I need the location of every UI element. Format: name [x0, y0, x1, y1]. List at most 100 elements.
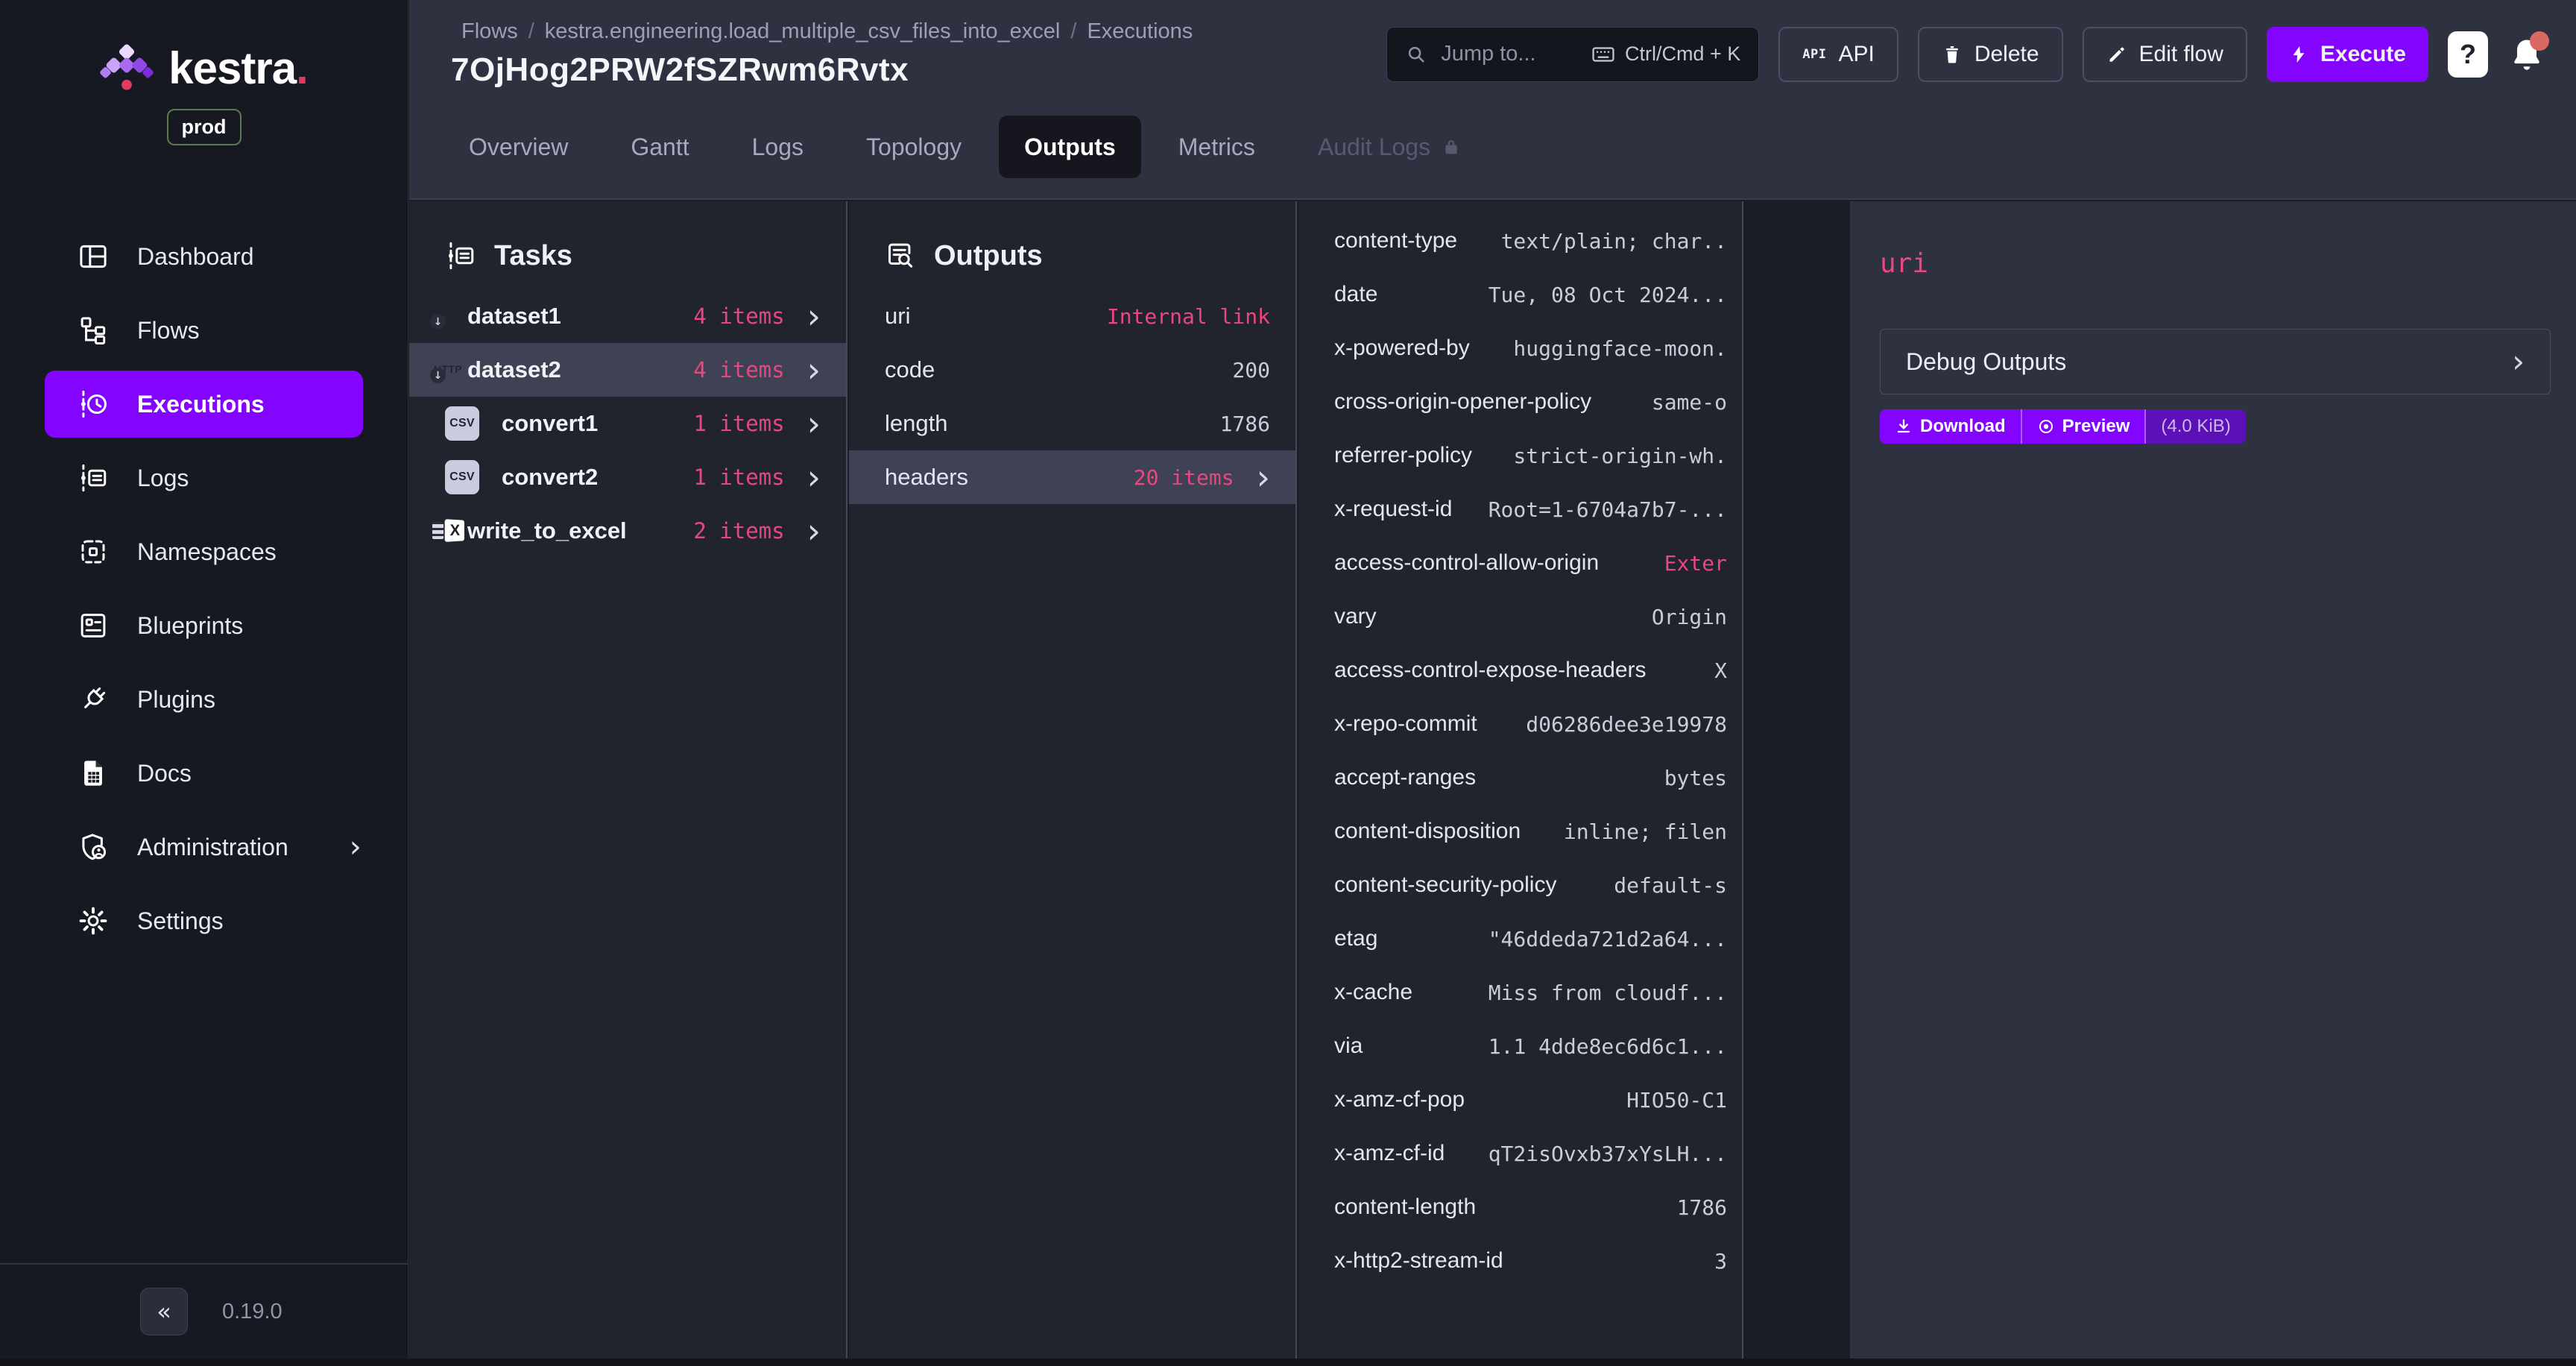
download-icon — [1895, 418, 1913, 435]
header-row-access-control-allow-origin[interactable]: access-control-allow-origin Exter — [1298, 536, 1742, 590]
header-row-content-type[interactable]: content-type text/plain; char.. — [1298, 214, 1742, 268]
task-row-write_to_excel[interactable]: X write_to_excel 2 items › — [409, 504, 846, 558]
breadcrumb-link[interactable]: Executions — [1087, 19, 1193, 44]
header-row-accept-ranges[interactable]: accept-ranges bytes — [1298, 751, 1742, 805]
keyboard-shortcut: Ctrl/Cmd + K — [1591, 42, 1740, 67]
tab-metrics[interactable]: Metrics — [1153, 116, 1281, 178]
header-row-etag[interactable]: etag "46ddeda721d2a64... — [1298, 912, 1742, 966]
content-area: Tasks HTTP↓ dataset1 4 items › — [409, 201, 2576, 1366]
header-row-x-amz-cf-pop[interactable]: x-amz-cf-pop HIO50-C1 — [1298, 1073, 1742, 1127]
header-row-x-cache[interactable]: x-cache Miss from cloudf... — [1298, 966, 1742, 1019]
header-row-x-repo-commit[interactable]: x-repo-commit d06286dee3e19978 — [1298, 697, 1742, 751]
header-row-content-length[interactable]: content-length 1786 — [1298, 1180, 1742, 1234]
window-bottom-edge — [0, 1359, 2576, 1366]
header-row-x-amz-cf-id[interactable]: x-amz-cf-id qT2isOvxb37xYsLH... — [1298, 1127, 1742, 1180]
detail-panel: uri Debug Outputs › Download — [1850, 201, 2576, 1366]
tasks-list: HTTP↓ dataset1 4 items › HTTP↓ dataset2 … — [409, 289, 846, 558]
plugins-icon — [78, 684, 109, 715]
chevron-right-icon: › — [1257, 464, 1270, 491]
namespaces-icon — [78, 536, 109, 567]
task-row-convert1[interactable]: CSV convert1 1 items › — [409, 397, 846, 450]
sidebar-item-blueprints[interactable]: Blueprints — [45, 592, 363, 659]
api-icon: API — [1802, 47, 1826, 62]
csv-icon: CSV — [445, 460, 502, 494]
execute-button[interactable]: Execute — [2267, 27, 2428, 82]
tasks-panel-title: Tasks — [409, 201, 846, 273]
header-row-x-request-id[interactable]: x-request-id Root=1-6704a7b7-... — [1298, 482, 1742, 536]
pencil-icon — [2106, 44, 2127, 65]
search-icon — [1405, 43, 1427, 66]
tab-bar: Overview Gantt Logs Topology — [409, 95, 1487, 198]
header-row-vary[interactable]: vary Origin — [1298, 590, 1742, 643]
task-row-convert2[interactable]: CSV convert2 1 items › — [409, 450, 846, 504]
chevron-right-icon: › — [807, 356, 821, 384]
header-row-access-control-expose-headers[interactable]: access-control-expose-headers X — [1298, 643, 1742, 697]
download-button[interactable]: Download — [1880, 409, 2022, 444]
breadcrumb: Flows / kestra.engineering.load_multiple… — [451, 19, 1386, 44]
chevron-right-icon: › — [807, 303, 821, 330]
sidebar-item-settings[interactable]: Settings — [45, 887, 363, 954]
sidebar-item-flows[interactable]: Flows — [45, 297, 363, 364]
task-row-dataset2[interactable]: HTTP↓ dataset2 4 items › — [409, 343, 846, 397]
kestra-logo[interactable]: kestra. — [0, 0, 408, 95]
preview-icon — [2037, 418, 2055, 435]
text-box-search-icon — [885, 240, 916, 271]
header-row-cross-origin-opener-policy[interactable]: cross-origin-opener-policy same-o — [1298, 375, 1742, 429]
chevron-right-icon: › — [807, 410, 821, 438]
output-row-code[interactable]: code 200 — [849, 343, 1295, 397]
header-row-referrer-policy[interactable]: referrer-policy strict-origin-wh. — [1298, 429, 1742, 482]
output-row-headers[interactable]: headers 20 items › — [849, 450, 1295, 504]
excel-icon: X — [445, 517, 467, 544]
output-row-length[interactable]: length 1786 — [849, 397, 1295, 450]
app-version: 0.19.0 — [222, 1300, 282, 1324]
header-row-content-disposition[interactable]: content-disposition inline; filen — [1298, 805, 1742, 858]
tasks-panel: Tasks HTTP↓ dataset1 4 items › — [409, 201, 847, 1366]
header-row-content-security-policy[interactable]: content-security-policy default-s — [1298, 858, 1742, 912]
breadcrumb-link[interactable]: kestra.engineering.load_multiple_csv_fil… — [545, 19, 1061, 44]
chevron-right-icon: › — [2512, 349, 2525, 374]
header-row-via[interactable]: via 1.1 4dde8ec6d6c1... — [1298, 1019, 1742, 1073]
tab-audit-logs[interactable]: Audit Logs — [1292, 116, 1487, 178]
collapse-sidebar-button[interactable]: « — [140, 1288, 188, 1335]
notifications-button[interactable] — [2507, 33, 2546, 76]
sidebar-item-docs[interactable]: Docs — [45, 740, 363, 807]
page-title: 7OjHog2PRW2fSZRwm6Rvtx — [451, 51, 1386, 89]
header-row-date[interactable]: date Tue, 08 Oct 2024... — [1298, 268, 1742, 321]
main-area: Flows / kestra.engineering.load_multiple… — [409, 0, 2576, 1366]
topbar: Flows / kestra.engineering.load_multiple… — [409, 0, 2576, 200]
edit-flow-button[interactable]: Edit flow — [2083, 27, 2247, 82]
breadcrumb-link[interactable]: Flows — [461, 19, 518, 44]
delete-button[interactable]: Delete — [1918, 27, 2063, 82]
tab-gantt[interactable]: Gantt — [605, 116, 714, 178]
tab-logs[interactable]: Logs — [727, 116, 829, 178]
help-button[interactable]: ? — [2448, 31, 2488, 78]
administration-icon — [78, 831, 109, 863]
tab-overview[interactable]: Overview — [443, 116, 593, 178]
sidebar-item-dashboard[interactable]: Dashboard — [45, 223, 363, 290]
api-button[interactable]: API API — [1778, 27, 1898, 82]
csv-icon: CSV — [445, 406, 502, 441]
chevron-right-icon: › — [350, 832, 362, 862]
header-row-x-http2-stream-id[interactable]: x-http2-stream-id 3 — [1298, 1234, 1742, 1288]
detail-title: uri — [1880, 248, 2576, 279]
task-row-dataset1[interactable]: HTTP↓ dataset1 4 items › — [409, 289, 846, 343]
sidebar-item-plugins[interactable]: Plugins — [45, 666, 363, 733]
sidebar-item-executions[interactable]: Executions — [45, 371, 363, 438]
kestra-logo-icon — [100, 42, 154, 95]
sidebar-item-logs[interactable]: Logs — [45, 444, 363, 512]
environment-badge: prod — [167, 109, 242, 145]
sidebar-item-administration[interactable]: Administration › — [45, 813, 363, 881]
docs-icon — [78, 758, 109, 789]
sidebar-item-namespaces[interactable]: Namespaces — [45, 518, 363, 585]
search-input[interactable]: Jump to... Ctrl/Cmd + K — [1386, 27, 1759, 82]
tab-topology[interactable]: Topology — [841, 116, 987, 178]
preview-button[interactable]: Preview — [2022, 409, 2147, 444]
flows-icon — [78, 315, 109, 346]
lightning-icon — [2289, 45, 2308, 64]
tab-outputs[interactable]: Outputs — [999, 116, 1141, 178]
header-row-x-powered-by[interactable]: x-powered-by huggingface-moon. — [1298, 321, 1742, 375]
file-actions: Download Preview (4.0 KiB) — [1880, 409, 2246, 444]
debug-outputs-expander[interactable]: Debug Outputs › — [1880, 329, 2551, 394]
executions-icon — [78, 388, 109, 420]
output-row-uri[interactable]: uri Internal link — [849, 289, 1295, 343]
